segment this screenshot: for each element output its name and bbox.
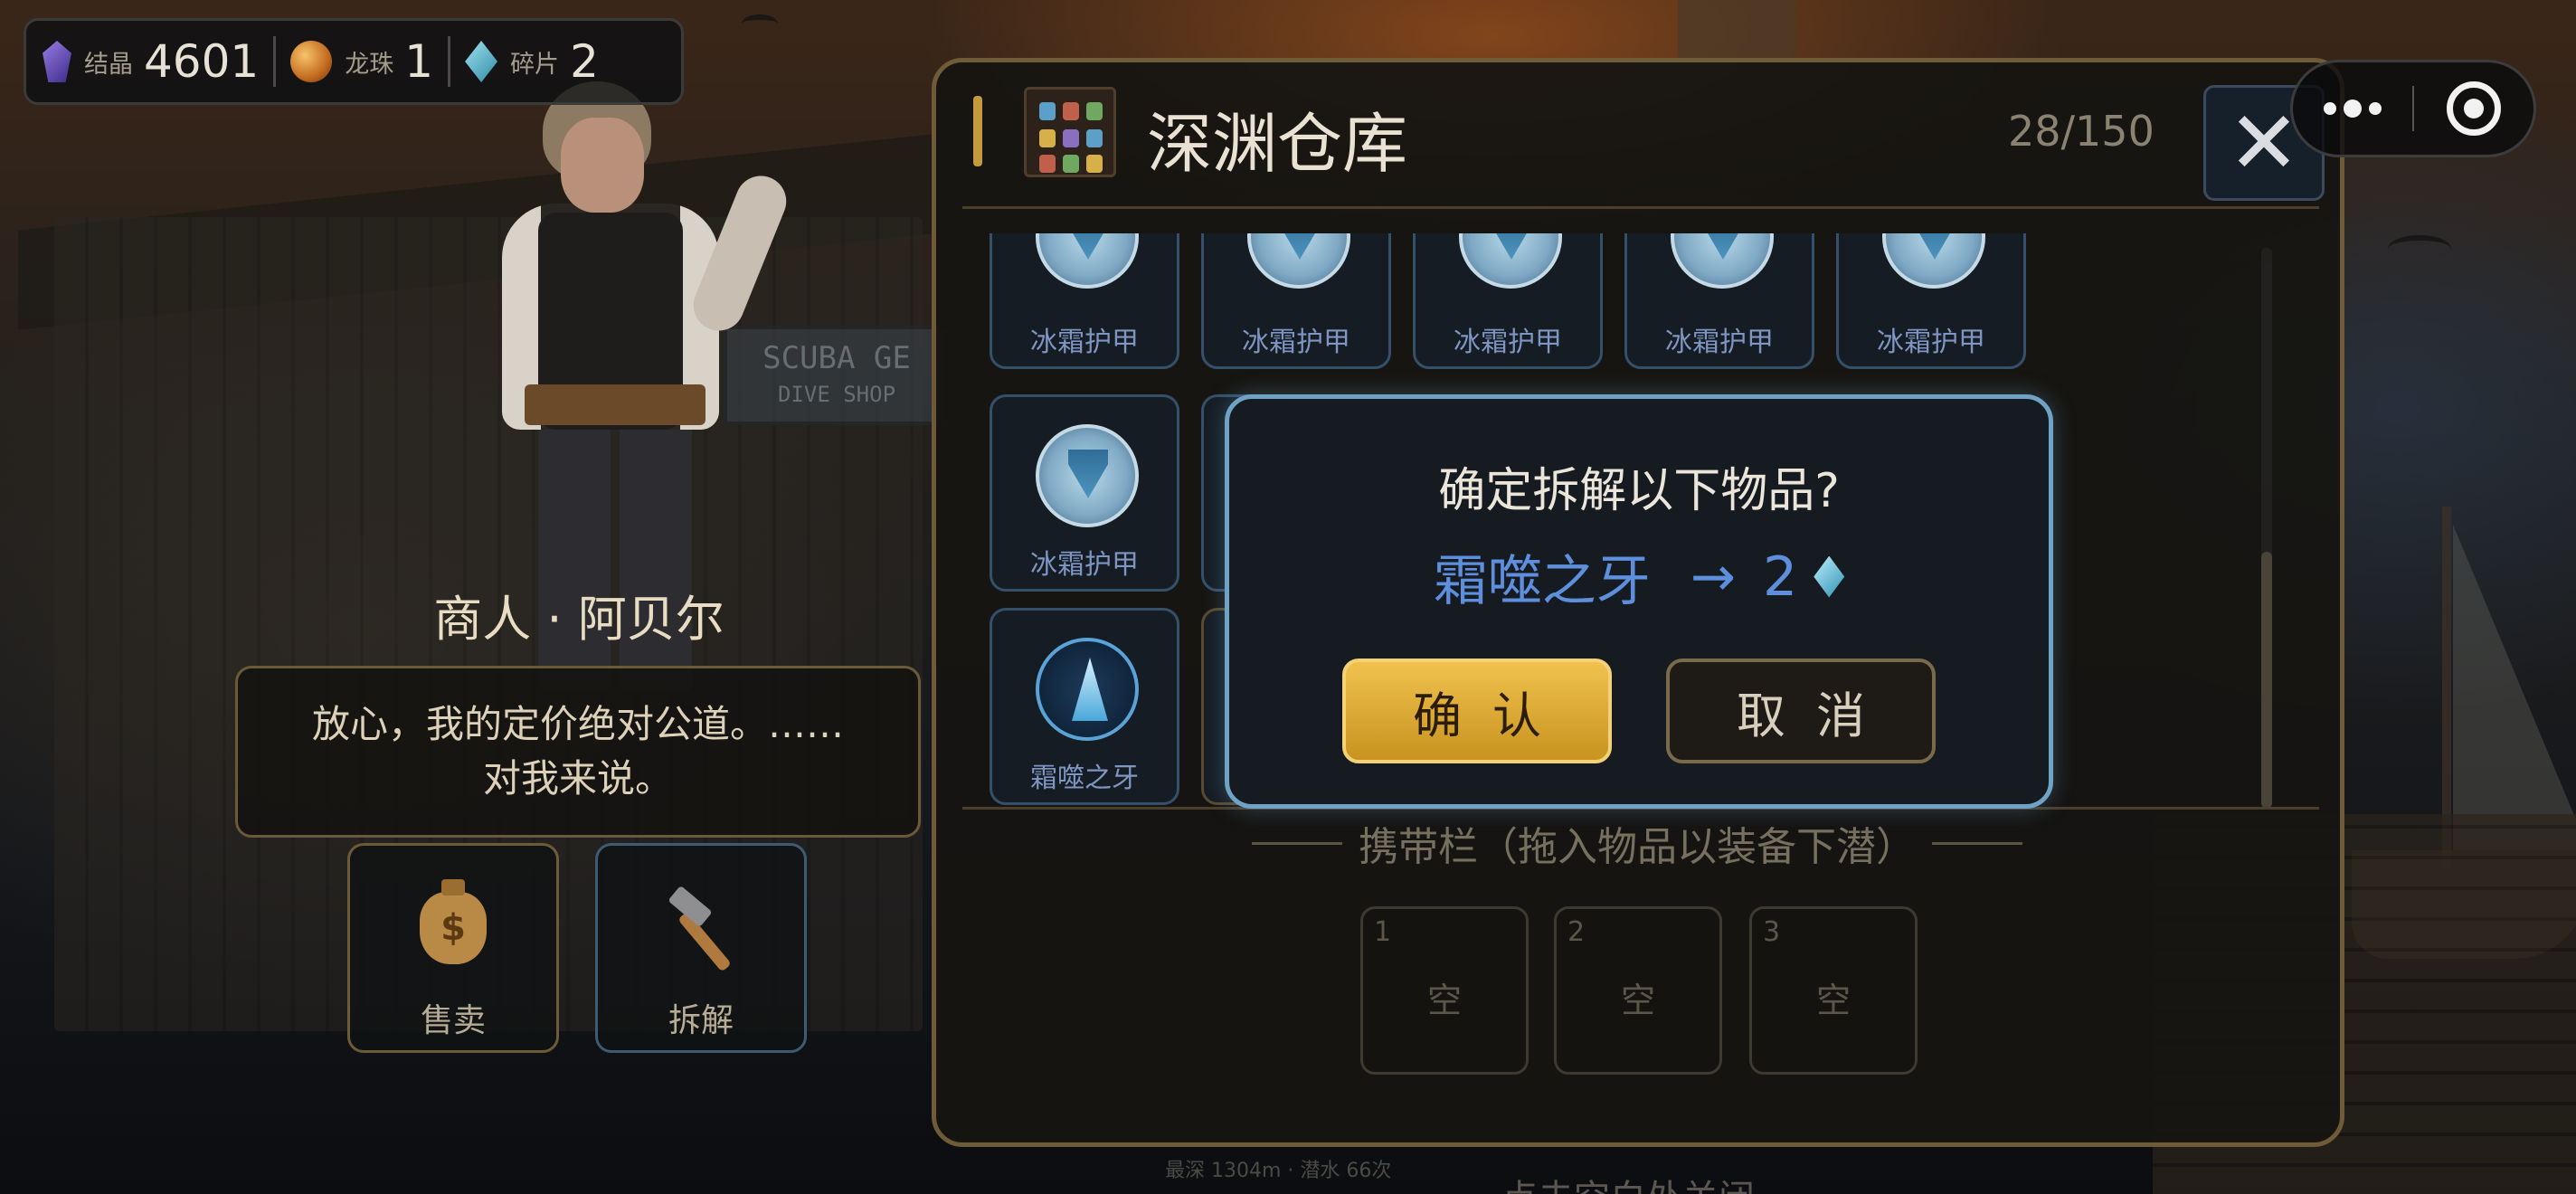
resource-dragon-orb: 龙珠 1: [290, 21, 433, 102]
confirm-button[interactable]: 确认: [1342, 659, 1612, 763]
resource-label: 碎片: [510, 50, 560, 79]
item-name: 冰霜护甲: [1030, 327, 1139, 358]
arrow-icon: →: [1690, 545, 1737, 609]
close-icon: ✕: [2227, 92, 2301, 194]
resource-label: 龙珠: [345, 50, 394, 79]
inventory-slot[interactable]: 冰霜护甲: [1413, 233, 1603, 369]
inventory-slot[interactable]: 冰霜护甲: [1201, 233, 1391, 369]
mini-program-capsule: [2290, 60, 2536, 157]
divider: [448, 36, 451, 87]
dragon-orb-icon: [290, 41, 333, 82]
resource-label: 结晶: [84, 50, 133, 79]
money-bag-icon: $: [412, 879, 494, 969]
item-name: 冰霜护甲: [1665, 327, 1774, 358]
slot-number: 2: [1567, 916, 1586, 948]
dismantle-button[interactable]: 拆解: [595, 843, 807, 1053]
inventory-slot[interactable]: 冰霜护甲: [1836, 233, 2026, 369]
seagull-icon: [2388, 235, 2451, 262]
item-name: 冰霜护甲: [1030, 549, 1139, 581]
cancel-button[interactable]: 取消: [1666, 659, 1936, 763]
frost-armor-icon: [1459, 233, 1562, 289]
frost-fang-icon: [1036, 638, 1139, 741]
more-options-icon[interactable]: [2293, 100, 2412, 118]
inventory-slot[interactable]: 冰霜护甲: [990, 233, 1179, 369]
resource-value: 2: [570, 35, 599, 88]
dismantle-summary: 霜噬之牙 → 2: [1225, 537, 2053, 616]
carry-bar-title: 携带栏（拖入物品以装备下潜）: [1230, 814, 2044, 872]
divider: [962, 206, 2319, 209]
frost-armor-icon: [1036, 424, 1139, 527]
carry-slot[interactable]: 3 空: [1749, 906, 1918, 1075]
merchant-head: [561, 118, 644, 213]
item-name: 冰霜护甲: [1454, 327, 1562, 358]
frost-armor-icon: [1036, 233, 1139, 289]
hammer-icon: [660, 885, 742, 972]
slot-number: 3: [1763, 916, 1781, 948]
carry-slot[interactable]: 1 空: [1360, 906, 1529, 1075]
dialog-line: 对我来说。: [482, 756, 673, 801]
inventory-slot[interactable]: 冰霜护甲: [990, 394, 1179, 592]
seagull-icon: [742, 14, 778, 33]
resource-shard: 碎片 2: [465, 21, 599, 102]
exit-capsule-icon[interactable]: [2414, 81, 2533, 136]
boat-sail: [2453, 525, 2576, 850]
frost-armor-icon: [1671, 233, 1774, 289]
item-name: 霜噬之牙: [1433, 550, 1651, 613]
carry-bar-label: 携带栏（拖入物品以装备下潜）: [1359, 824, 1916, 870]
item-name: 霜噬之牙: [1030, 763, 1139, 794]
crystal-icon: [43, 41, 71, 82]
frost-armor-icon: [1882, 233, 1985, 289]
inventory-slot[interactable]: 霜噬之牙: [990, 608, 1179, 805]
title-line: [1252, 841, 1342, 845]
close-hint: 点击空白处关闭: [1501, 1169, 1755, 1194]
item-name: 冰霜护甲: [1877, 327, 1985, 358]
inventory-slot[interactable]: 冰霜护甲: [1624, 233, 1814, 369]
frost-armor-icon: [1247, 233, 1350, 289]
slot-empty-label: 空: [1815, 981, 1851, 1020]
dive-stats: 最深 1304m · 潜水 66次: [1165, 1160, 1392, 1182]
carry-slot[interactable]: 2 空: [1554, 906, 1722, 1075]
warehouse-cabinet-icon: [1024, 87, 1116, 177]
merchant-dialog: 放心，我的定价绝对公道。…… 对我来说。: [235, 666, 921, 838]
merchant-name: 商人 · 阿贝尔: [433, 591, 724, 648]
lighthouse: [1678, 0, 1795, 63]
sell-label: 售卖: [420, 1002, 486, 1039]
sell-button[interactable]: $ 售卖: [347, 843, 559, 1053]
shard-amount: 2: [1763, 545, 1798, 609]
merchant-leg: [620, 421, 692, 692]
resource-value: 4601: [144, 35, 260, 88]
shard-icon: [1814, 555, 1845, 598]
title-accent-bar: [973, 96, 982, 166]
panel-title: 深渊仓库: [1147, 106, 1408, 182]
title-line: [1932, 841, 2022, 845]
merchant-leg: [538, 421, 611, 692]
slot-empty-label: 空: [1426, 981, 1462, 1020]
divider: [273, 36, 277, 87]
slot-empty-label: 空: [1620, 981, 1655, 1020]
shard-icon: [465, 41, 498, 82]
resource-crystal: 结晶 4601: [43, 21, 259, 102]
item-count: 28/150: [2008, 107, 2155, 156]
dismantle-label: 拆解: [668, 1002, 734, 1039]
dialog-title: 确定拆解以下物品?: [1438, 464, 1840, 518]
slot-number: 1: [1374, 916, 1392, 948]
merchant-belt: [525, 384, 706, 425]
resource-value: 1: [404, 35, 434, 88]
dialog-line: 放心，我的定价绝对公道。……: [311, 702, 844, 746]
item-name: 冰霜护甲: [1242, 327, 1350, 358]
scrollbar-thumb[interactable]: [2261, 552, 2272, 809]
resource-bar: 结晶 4601 龙珠 1 碎片 2: [24, 18, 684, 105]
